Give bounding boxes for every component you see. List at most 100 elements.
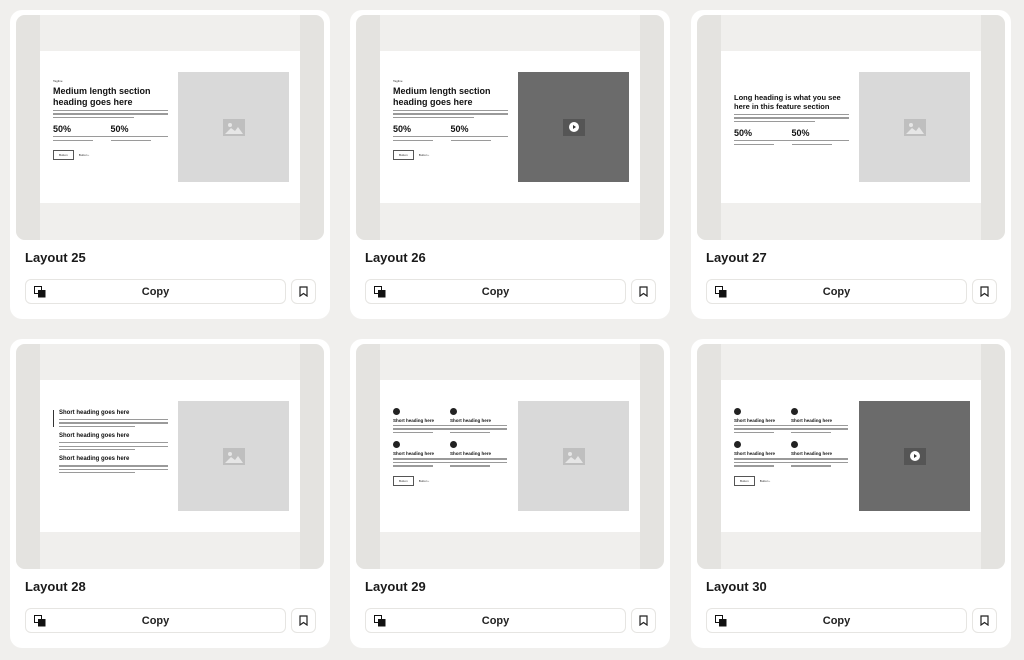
- body-text-line: [59, 472, 136, 474]
- body-text-line: [59, 445, 168, 447]
- bookmark-button[interactable]: [972, 608, 997, 633]
- bookmark-button[interactable]: [972, 279, 997, 304]
- image-icon: [222, 447, 245, 465]
- layout-preview[interactable]: Long heading is what you see here in thi…: [697, 15, 1005, 240]
- body-text-line: [450, 465, 490, 467]
- copy-button[interactable]: Copy: [706, 608, 967, 633]
- body-text-line: [734, 143, 775, 145]
- body-text-line: [393, 139, 434, 141]
- cube-icon: [450, 408, 457, 415]
- body-text-line: [791, 140, 849, 142]
- body-text-line: [734, 458, 791, 460]
- preview-page: Long heading is what you see here in thi…: [721, 51, 981, 203]
- body-text-line: [393, 458, 450, 460]
- bookmark-button[interactable]: [631, 608, 656, 633]
- body-text-line: [393, 461, 450, 464]
- feature-heading: Short heading here: [734, 451, 776, 457]
- preview-link: Button ›: [418, 478, 430, 483]
- body-text-line: [393, 113, 508, 115]
- layout-preview[interactable]: Short heading here Short heading here Shor…: [697, 344, 1005, 569]
- stats: 50% 50%: [393, 124, 508, 143]
- feature-heading: Short heading goes here: [59, 410, 130, 416]
- body-text-line: [393, 110, 508, 112]
- stat: 50%: [450, 124, 508, 143]
- bookmark-button[interactable]: [291, 279, 316, 304]
- video-placeholder: [859, 401, 970, 511]
- copy-button[interactable]: Copy: [365, 279, 626, 304]
- layout-preview[interactable]: Short heading goes here Short heading goe…: [16, 344, 324, 569]
- body-text-line: [59, 465, 168, 467]
- layout-preview[interactable]: Tagline Medium length section heading go…: [16, 15, 324, 240]
- body-text-line: [59, 449, 136, 451]
- preview-page: Tagline Medium length section heading go…: [380, 51, 640, 203]
- feature-heading: Short heading here: [393, 418, 435, 423]
- preview-link: Button ›: [78, 153, 90, 158]
- body-text-line: [450, 139, 491, 141]
- body-text-line: [450, 461, 507, 464]
- preview-link: Button ›: [759, 478, 771, 483]
- cube-icon: [450, 441, 457, 449]
- preview-link: Button ›: [418, 153, 430, 158]
- play-icon: [562, 118, 585, 136]
- feature-item: Short heading here: [450, 408, 507, 435]
- feature-grid: Short heading here Short heading here Shor…: [734, 408, 849, 486]
- feature-item: Short heading here: [450, 441, 507, 468]
- body-text-line: [734, 431, 774, 434]
- bookmark-button[interactable]: [631, 279, 656, 304]
- bookmark-button[interactable]: [291, 608, 316, 633]
- cube-icon: [734, 408, 741, 415]
- stat: 50%: [734, 128, 792, 147]
- layout-preview[interactable]: Tagline Medium length section heading go…: [356, 15, 664, 240]
- copy-button[interactable]: Copy: [25, 608, 286, 633]
- body-text-line: [110, 139, 151, 141]
- body-text-line: [734, 117, 849, 119]
- body-text-line: [393, 431, 433, 434]
- image-icon: [903, 118, 926, 136]
- body-text-line: [791, 143, 832, 145]
- layout-card: Tagline Medium length section heading go…: [350, 10, 670, 319]
- feature-heading: Short heading goes here: [59, 456, 130, 463]
- cube-icon: [791, 441, 798, 449]
- feature-item: Short heading goes here: [53, 456, 168, 474]
- layout-title: Layout 30: [706, 579, 767, 594]
- image-placeholder: [178, 401, 289, 511]
- preview-page: Tagline Medium length section heading go…: [40, 51, 300, 203]
- stat: 50%: [53, 124, 111, 143]
- bookmark-icon: [299, 286, 308, 297]
- body-text-line: [734, 120, 815, 123]
- layout-card: Short heading here Short heading here Shor…: [691, 339, 1011, 648]
- video-placeholder: [518, 72, 629, 182]
- body-text-line: [450, 425, 507, 427]
- copy-label: Copy: [141, 614, 170, 627]
- feature-heading: Short heading here: [450, 451, 492, 457]
- body-text-line: [791, 431, 831, 434]
- copy-icon: [34, 615, 46, 627]
- stats: 50% 50%: [53, 124, 168, 143]
- body-text-line: [59, 425, 136, 428]
- image-placeholder: [178, 72, 289, 182]
- body-text-line: [59, 422, 168, 424]
- copy-button[interactable]: Copy: [706, 279, 967, 304]
- copy-icon: [374, 615, 386, 627]
- layout-preview[interactable]: Short heading here Short heading here Shor…: [356, 344, 664, 569]
- body-text-line: [53, 113, 168, 115]
- body-text-line: [450, 428, 507, 430]
- preview-text: Long heading is what you see here in thi…: [734, 93, 849, 147]
- body-text-line: [734, 465, 774, 467]
- preview-heading: Medium length section heading goes here: [393, 86, 491, 107]
- cube-icon: [791, 408, 798, 415]
- image-placeholder: [518, 401, 629, 511]
- image-placeholder: [859, 72, 970, 182]
- layout-title: Layout 27: [706, 250, 767, 265]
- copy-icon: [34, 286, 46, 298]
- stat: 50%: [393, 124, 451, 143]
- tagline: Tagline: [53, 79, 63, 83]
- layout-title: Layout 25: [25, 250, 86, 265]
- copy-button[interactable]: Copy: [25, 279, 286, 304]
- stat: 50%: [791, 128, 849, 147]
- stat: 50%: [110, 124, 168, 143]
- copy-button[interactable]: Copy: [365, 608, 626, 633]
- feature-item: Short heading goes here: [53, 433, 168, 451]
- stat-value: 50%: [734, 128, 753, 139]
- body-text-line: [450, 136, 508, 138]
